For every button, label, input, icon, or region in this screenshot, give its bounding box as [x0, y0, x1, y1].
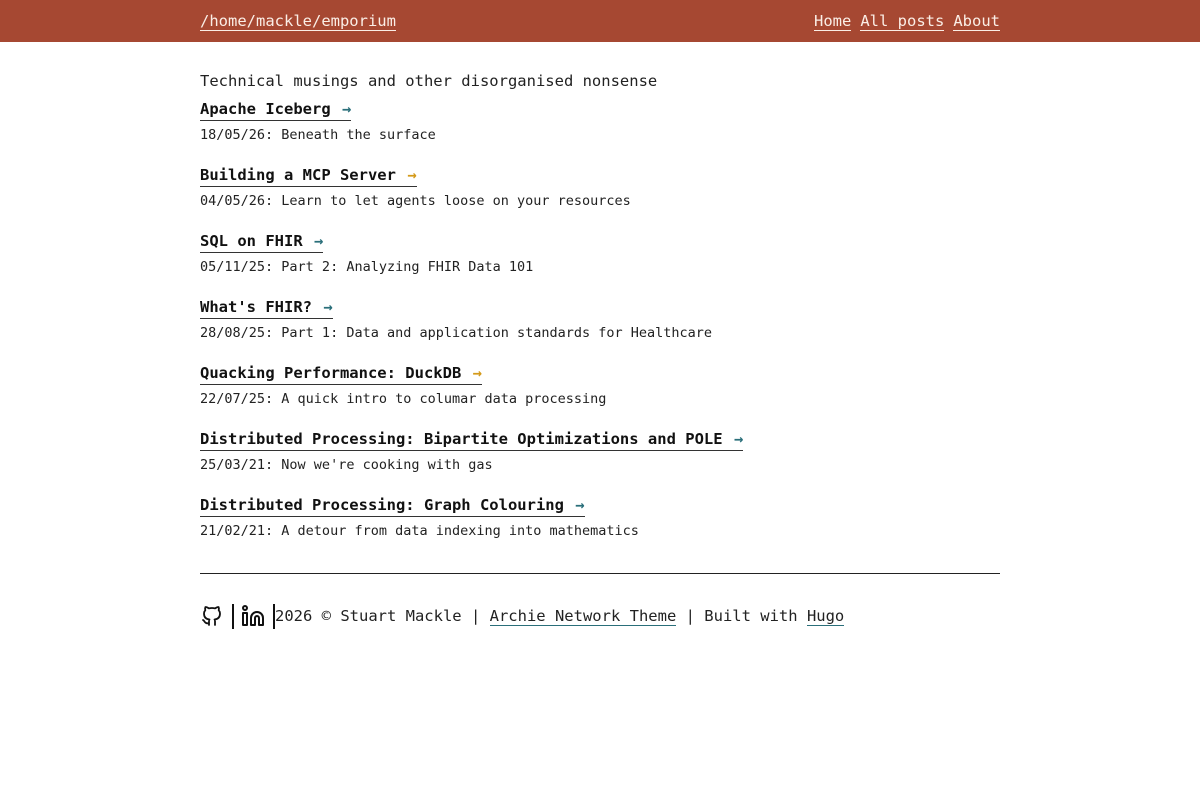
post-title-text: What's FHIR?: [200, 298, 312, 316]
arrow-right-icon: →: [733, 430, 744, 448]
post-date: 21/02/21: [200, 523, 281, 539]
post-summary: A quick intro to columar data processing: [281, 391, 607, 407]
post-meta: 05/11/25Part 2: Analyzing FHIR Data 101: [200, 258, 1000, 276]
post-title-link[interactable]: Apache Iceberg →: [200, 100, 352, 121]
post-title-row: Apache Iceberg →: [200, 99, 1000, 123]
nav-home-link[interactable]: Home: [814, 12, 852, 31]
post-date: 25/03/21: [200, 457, 281, 473]
hugo-link[interactable]: Hugo: [806, 607, 845, 626]
post-title-row: SQL on FHIR →: [200, 231, 1000, 255]
post-summary: Part 1: Data and application standards f…: [281, 325, 713, 341]
post-list: Apache Iceberg → 18/05/26Beneath the surf…: [200, 99, 1000, 540]
post-summary: Now we're cooking with gas: [281, 457, 493, 473]
built-with-text: | Built with: [676, 607, 807, 625]
footer-separator: [232, 603, 234, 629]
post-title-text: Building a MCP Server: [200, 166, 396, 184]
post-title-text: Distributed Processing: Graph Colouring: [200, 496, 564, 514]
arrow-right-icon: →: [407, 166, 417, 184]
post-item: Apache Iceberg → 18/05/26Beneath the surf…: [200, 99, 1000, 144]
nav-all-posts-link[interactable]: All posts: [860, 12, 945, 31]
copyright-text: 2026 © Stuart Mackle |: [275, 607, 490, 625]
post-title-row: Building a MCP Server →: [200, 165, 1000, 189]
linkedin-icon[interactable]: [241, 604, 265, 628]
post-item: SQL on FHIR → 05/11/25Part 2: Analyzing F…: [200, 231, 1000, 276]
post-title-row: What's FHIR? →: [200, 297, 1000, 321]
post-meta: 18/05/26Beneath the surface: [200, 126, 1000, 144]
post-title-row: Distributed Processing: Bipartite Optimi…: [200, 429, 1000, 453]
post-title-text: Apache Iceberg: [200, 100, 331, 118]
post-item: Quacking Performance: DuckDB → 22/07/25A …: [200, 363, 1000, 408]
footer-divider: [200, 573, 1000, 574]
footer: 2026 © Stuart Mackle | Archie Network Th…: [200, 603, 1000, 629]
main-nav: Home All posts About: [814, 12, 1000, 31]
post-title-text: Distributed Processing: Bipartite Optimi…: [200, 430, 723, 448]
site-tagline: Technical musings and other disorganised…: [200, 72, 658, 90]
post-meta: 04/05/26Learn to let agents loose on you…: [200, 192, 1000, 210]
post-item: Building a MCP Server → 04/05/26Learn to …: [200, 165, 1000, 210]
post-date: 04/05/26: [200, 193, 281, 209]
top-bar-inner: /home/mackle/emporium Home All posts Abo…: [200, 0, 1000, 42]
post-item: Distributed Processing: Bipartite Optimi…: [200, 429, 1000, 474]
post-meta: 21/02/21A detour from data indexing into…: [200, 522, 1000, 540]
arrow-right-icon: →: [314, 232, 324, 250]
site-path-link[interactable]: /home/mackle/emporium: [200, 12, 396, 31]
post-title-text: Quacking Performance: DuckDB: [200, 364, 462, 382]
post-meta: 28/08/25Part 1: Data and application sta…: [200, 324, 1000, 342]
theme-link[interactable]: Archie Network Theme: [489, 607, 677, 626]
post-date: 22/07/25: [200, 391, 281, 407]
post-title-row: Quacking Performance: DuckDB →: [200, 363, 1000, 387]
post-meta: 25/03/21Now we're cooking with gas: [200, 456, 1000, 474]
post-date: 05/11/25: [200, 259, 281, 275]
post-meta: 22/07/25A quick intro to columar data pr…: [200, 390, 1000, 408]
post-date: 18/05/26: [200, 127, 281, 143]
top-bar: /home/mackle/emporium Home All posts Abo…: [0, 0, 1200, 42]
post-title-link[interactable]: Distributed Processing: Bipartite Optimi…: [200, 430, 744, 451]
post-title-link[interactable]: SQL on FHIR →: [200, 232, 324, 253]
github-icon[interactable]: [200, 603, 224, 629]
post-title-link[interactable]: Building a MCP Server →: [200, 166, 417, 187]
arrow-right-icon: →: [342, 100, 352, 118]
post-summary: Part 2: Analyzing FHIR Data 101: [281, 259, 534, 275]
post-title-link[interactable]: Quacking Performance: DuckDB →: [200, 364, 482, 385]
post-date: 28/08/25: [200, 325, 281, 341]
post-item: Distributed Processing: Graph Colouring …: [200, 495, 1000, 540]
arrow-right-icon: →: [472, 364, 482, 382]
post-title-row: Distributed Processing: Graph Colouring …: [200, 495, 1000, 519]
post-title-link[interactable]: What's FHIR? →: [200, 298, 333, 319]
post-summary: Beneath the surface: [281, 127, 436, 143]
main-content: Technical musings and other disorganised…: [200, 71, 1000, 629]
post-summary: Learn to let agents loose on your resour…: [281, 193, 631, 209]
post-title-text: SQL on FHIR: [200, 232, 303, 250]
post-summary: A detour from data indexing into mathema…: [281, 523, 639, 539]
arrow-right-icon: →: [575, 496, 585, 514]
post-title-link[interactable]: Distributed Processing: Graph Colouring …: [200, 496, 585, 517]
post-item: What's FHIR? → 28/08/25Part 1: Data and a…: [200, 297, 1000, 342]
nav-about-link[interactable]: About: [953, 12, 1000, 31]
arrow-right-icon: →: [323, 298, 333, 316]
